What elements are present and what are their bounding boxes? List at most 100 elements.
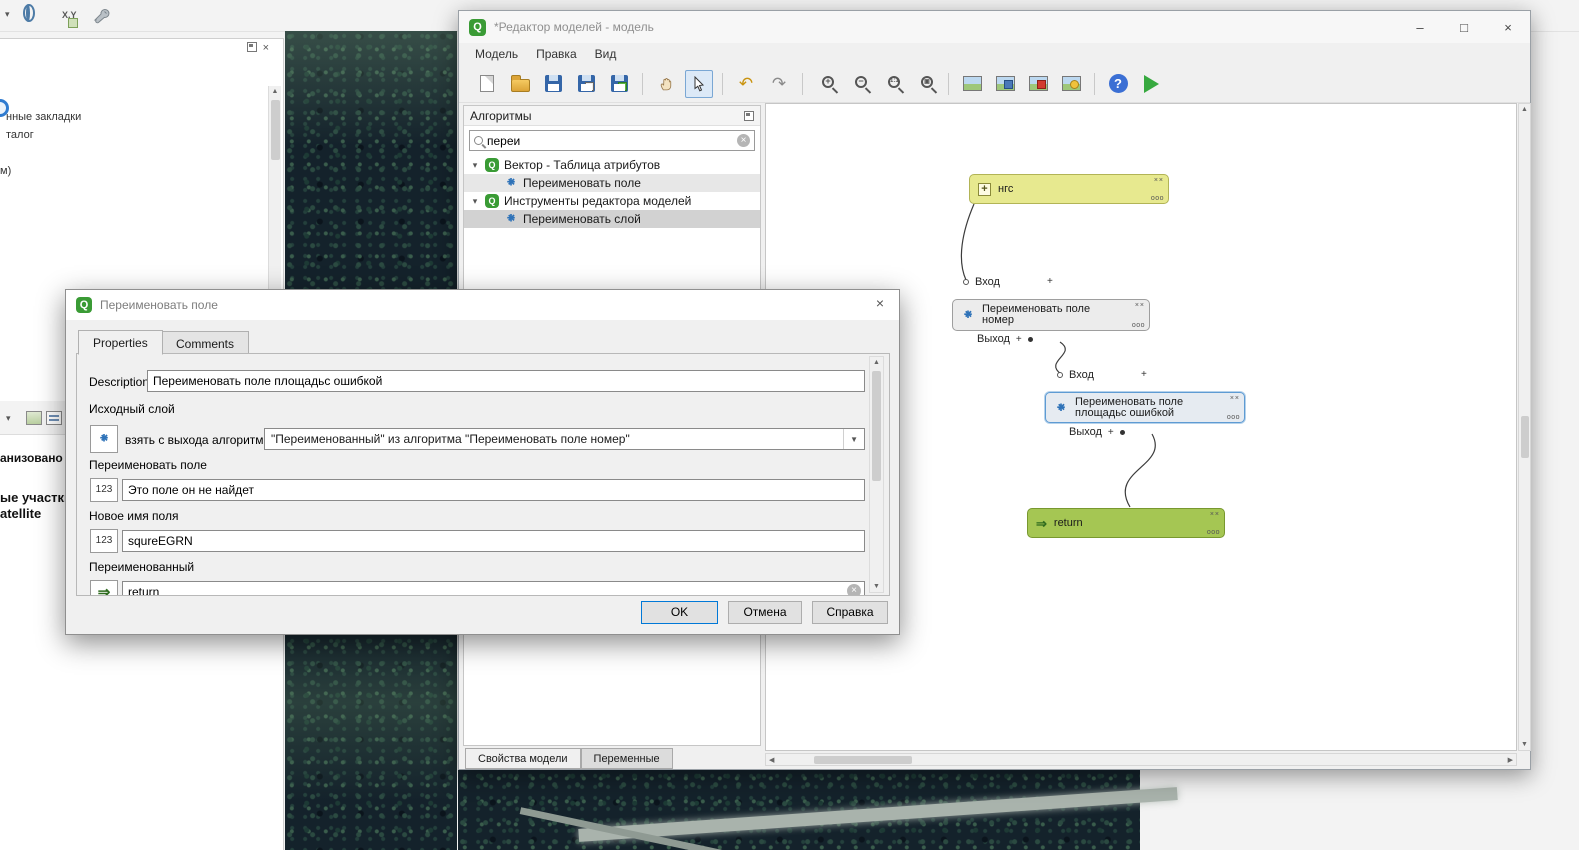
tab-properties[interactable]: Properties	[78, 330, 163, 355]
node-comment-dots-icon[interactable]: ooo	[1132, 320, 1145, 331]
export-image-button[interactable]	[958, 70, 986, 98]
node-buttons-icon[interactable]: ××	[1154, 175, 1164, 186]
scroll-right-icon[interactable]: ▶	[1508, 756, 1513, 764]
ok-button[interactable]: OK	[641, 601, 718, 624]
pan-tool-button[interactable]	[652, 70, 680, 98]
port-out-1[interactable]: Выход +	[977, 333, 1033, 345]
tree-item-rename-field[interactable]: Переименовать поле	[464, 174, 760, 192]
redo-button[interactable]: ↷	[765, 70, 793, 98]
layers-dropdown-icon[interactable]: ▾	[6, 413, 11, 424]
layers-icon[interactable]	[26, 411, 42, 425]
port-out-2[interactable]: Выход +	[1069, 426, 1125, 438]
filter-legend-icon[interactable]	[46, 411, 62, 425]
help-button[interactable]: ?	[1104, 70, 1132, 98]
browser-item[interactable]: талог	[6, 129, 34, 141]
port-expand-icon[interactable]: +	[1108, 427, 1114, 438]
scroll-thumb[interactable]	[872, 371, 881, 481]
wrench-icon[interactable]	[92, 6, 110, 24]
node-output-return[interactable]: ⇒ return ×× ooo	[1027, 508, 1225, 538]
save-model-button[interactable]	[539, 70, 567, 98]
map-canvas-bottom[interactable]	[458, 760, 1140, 850]
globe-icon[interactable]	[26, 4, 30, 22]
node-comment-dots-icon[interactable]: ooo	[1207, 527, 1220, 538]
node-comment-dots-icon[interactable]: ooo	[1151, 193, 1164, 204]
tree-group-vector[interactable]: ▾ Q Вектор - Таблица атрибутов	[464, 156, 760, 174]
node-buttons-icon[interactable]: ××	[1135, 300, 1145, 311]
tree-group-modeler-tools[interactable]: ▾ Q Инструменты редактора моделей	[464, 192, 760, 210]
undo-button[interactable]: ↶	[732, 70, 760, 98]
save-model-as-button[interactable]	[572, 70, 600, 98]
tab-model-properties[interactable]: Свойства модели	[465, 748, 581, 769]
description-input[interactable]	[147, 370, 865, 392]
close-panel-icon[interactable]: ×	[263, 42, 269, 54]
expander-icon[interactable]: ▾	[470, 196, 480, 207]
zoom-actual-button[interactable]: 1:1	[878, 70, 906, 98]
scroll-thumb[interactable]	[814, 756, 912, 764]
dialog-titlebar[interactable]: Q Переименовать поле	[66, 290, 899, 320]
scroll-left-icon[interactable]: ◀	[769, 756, 774, 764]
port-expand-2[interactable]: +	[1141, 369, 1147, 380]
dialog-scrollbar[interactable]: ▲ ▼	[869, 356, 884, 593]
layer-item[interactable]: atellite	[0, 506, 41, 521]
toolbar-overflow-caret-icon[interactable]: ▾	[5, 9, 10, 20]
node-rename-field-area-selected[interactable]: Переименовать полеплощадьс ошибкой ×× oo…	[1045, 392, 1245, 423]
expander-icon[interactable]: ▾	[470, 160, 480, 171]
float-panel-icon[interactable]	[247, 42, 257, 52]
rename-field-input[interactable]	[122, 479, 865, 501]
integer-field-icon[interactable]: 123	[90, 478, 118, 502]
scroll-thumb[interactable]	[1521, 416, 1529, 458]
canvas-horizontal-scrollbar[interactable]: ◀ ▶	[765, 753, 1517, 766]
clear-value-icon[interactable]: ×	[847, 584, 861, 596]
source-value-combobox[interactable]: "Переименованный" из алгоритма "Переимен…	[264, 428, 865, 450]
node-comment-dots-icon[interactable]: ooo	[1227, 412, 1240, 423]
export-layout-button[interactable]	[991, 70, 1019, 98]
zoom-in-button[interactable]: +	[812, 70, 840, 98]
algorithm-source-button[interactable]	[90, 425, 118, 453]
port-expand-1[interactable]: +	[1047, 276, 1053, 287]
new-model-button[interactable]	[473, 70, 501, 98]
coordinate-capture-icon[interactable]: X,Y	[62, 10, 77, 20]
scroll-up-icon[interactable]: ▲	[1519, 106, 1530, 113]
browser-item[interactable]: м)	[0, 165, 11, 177]
run-model-button[interactable]	[1137, 70, 1165, 98]
export-pdf-button[interactable]	[1024, 70, 1052, 98]
menu-edit[interactable]: Правка	[528, 45, 585, 63]
node-buttons-icon[interactable]: ××	[1210, 509, 1220, 520]
scroll-thumb[interactable]	[271, 100, 280, 160]
float-panel-icon[interactable]	[744, 111, 754, 121]
tab-variables[interactable]: Переменные	[581, 748, 673, 769]
renamed-output-button[interactable]: ⇒	[90, 580, 118, 596]
clear-search-icon[interactable]: ×	[737, 134, 750, 147]
canvas-vertical-scrollbar[interactable]: ▲ ▼	[1518, 103, 1531, 751]
menu-model[interactable]: Модель	[467, 45, 526, 63]
browser-item[interactable]: нные закладки	[6, 111, 81, 123]
node-input-ngs[interactable]: + нгс ×× ooo	[969, 174, 1169, 204]
menu-view[interactable]: Вид	[587, 45, 625, 63]
algorithm-search-input[interactable]	[487, 134, 733, 148]
scroll-down-icon[interactable]: ▼	[1519, 741, 1530, 748]
zoom-out-button[interactable]: −	[845, 70, 873, 98]
renamed-output-input[interactable]	[122, 581, 865, 596]
scroll-down-icon[interactable]: ▼	[870, 583, 883, 590]
minimize-button[interactable]: –	[1398, 11, 1442, 43]
port-in-1[interactable]: Вход	[963, 276, 1000, 288]
editor-titlebar[interactable]: Q *Редактор моделей - модель – □ ×	[459, 11, 1530, 43]
open-model-button[interactable]	[506, 70, 534, 98]
scroll-up-icon[interactable]: ▲	[870, 359, 883, 366]
zoom-full-button[interactable]: ▣	[911, 70, 939, 98]
node-rename-field-number[interactable]: Переименовать поленомер ×× ooo	[952, 299, 1150, 331]
scroll-up-icon[interactable]: ▲	[269, 88, 281, 95]
select-tool-button[interactable]	[685, 70, 713, 98]
port-in-2[interactable]: Вход	[1057, 369, 1094, 381]
dialog-close-icon[interactable]: ×	[869, 295, 891, 315]
layer-item[interactable]: анизовано	[0, 451, 63, 465]
maximize-button[interactable]: □	[1442, 11, 1486, 43]
save-model-in-project-button[interactable]	[605, 70, 633, 98]
new-name-input[interactable]	[122, 530, 865, 552]
help-button[interactable]: Справка	[812, 601, 888, 624]
close-button[interactable]: ×	[1486, 11, 1530, 43]
port-expand-icon[interactable]: +	[1016, 334, 1022, 345]
node-buttons-icon[interactable]: ××	[1230, 393, 1240, 404]
tree-item-rename-layer[interactable]: Переименовать слой	[464, 210, 760, 228]
export-script-button[interactable]	[1057, 70, 1085, 98]
